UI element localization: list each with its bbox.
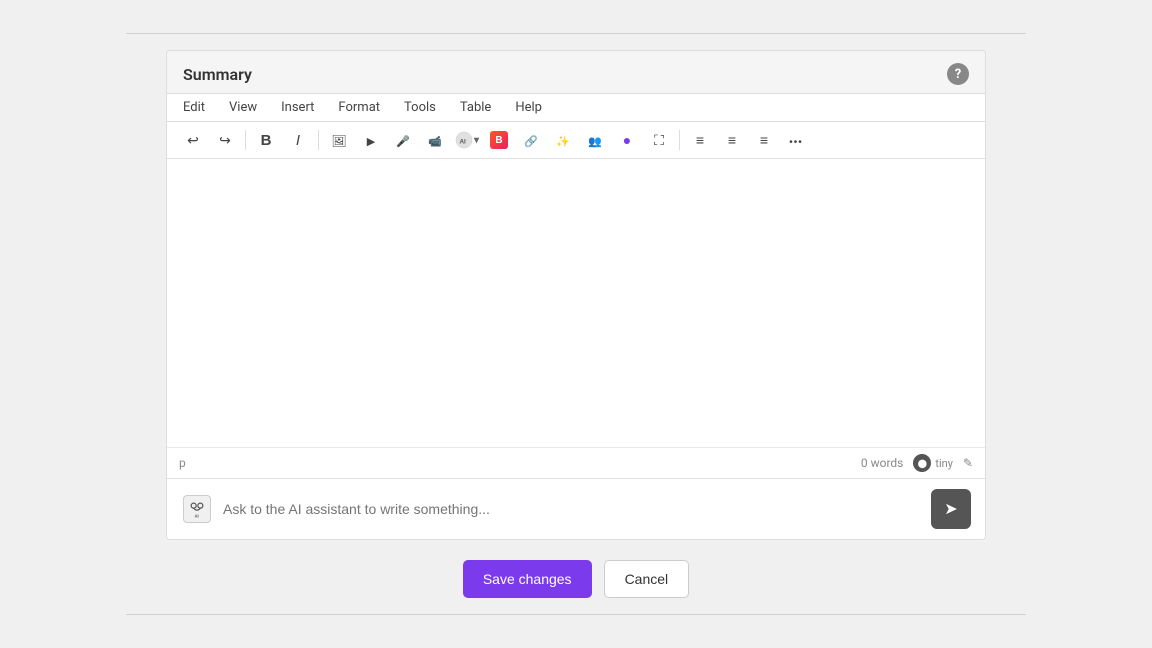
word-count: 0 words	[861, 456, 904, 470]
send-icon: ➤	[944, 499, 957, 519]
editor-header: Summary ?	[167, 51, 985, 93]
image-icon	[331, 132, 346, 148]
menu-table[interactable]: Table	[456, 98, 495, 117]
bottom-divider	[126, 614, 1026, 615]
cancel-button[interactable]: Cancel	[604, 560, 690, 598]
insert-video-button[interactable]	[357, 126, 385, 154]
toolbar-separator-3	[679, 130, 680, 150]
magic-icon	[556, 132, 570, 148]
paragraph-tag: p	[179, 456, 186, 470]
more-icon	[789, 132, 803, 148]
help-icon[interactable]: ?	[947, 63, 969, 85]
ai-plugin-button[interactable]: AI ▾	[453, 126, 481, 154]
top-divider	[126, 33, 1026, 34]
ai-prompt-input[interactable]	[223, 501, 921, 517]
menu-help[interactable]: Help	[511, 98, 546, 117]
fullscreen-icon	[654, 132, 664, 149]
menu-format[interactable]: Format	[334, 98, 384, 117]
undo-button[interactable]	[179, 126, 207, 154]
align-center-button[interactable]	[718, 126, 746, 154]
toolbar-separator-1	[245, 130, 246, 150]
edit-tiny-icon[interactable]: ✎	[963, 456, 973, 470]
save-changes-button[interactable]: Save changes	[463, 560, 592, 598]
editor-container: Summary ? Edit View Insert Format Tools …	[166, 50, 986, 540]
color-icon	[623, 132, 631, 148]
more-button[interactable]	[782, 126, 810, 154]
ai-plugin-icon: AI ▾	[455, 131, 479, 149]
media-icon	[428, 132, 442, 148]
action-buttons: Save changes Cancel	[463, 560, 689, 598]
menu-tools[interactable]: Tools	[400, 98, 440, 117]
editor-footer: p 0 words ⬤ tiny ✎	[167, 447, 985, 478]
fullscreen-button[interactable]	[645, 126, 673, 154]
blogger-button[interactable]: B	[485, 126, 513, 154]
toolbar-separator-2	[318, 130, 319, 150]
teams-icon	[588, 132, 602, 148]
align-left-button[interactable]	[686, 126, 714, 154]
align-left-icon	[696, 132, 704, 148]
italic-button[interactable]: I	[284, 126, 312, 154]
color-button[interactable]	[613, 126, 641, 154]
page-wrapper: Summary ? Edit View Insert Format Tools …	[0, 0, 1152, 648]
editor-title: Summary	[183, 65, 252, 84]
blogger-icon: B	[490, 131, 508, 149]
ai-icon-inner: AI	[183, 495, 211, 523]
link-button[interactable]	[517, 126, 545, 154]
svg-text:AI: AI	[195, 513, 199, 518]
tiny-logo-icon: ⬤	[913, 454, 931, 472]
menu-view[interactable]: View	[225, 98, 261, 117]
menu-insert[interactable]: Insert	[277, 98, 318, 117]
menu-bar: Edit View Insert Format Tools Table Help	[167, 93, 985, 122]
align-right-icon	[760, 132, 768, 148]
insert-audio-button[interactable]	[389, 126, 417, 154]
align-center-icon	[728, 132, 736, 148]
svg-text:AI: AI	[459, 139, 466, 146]
video-icon	[367, 132, 375, 148]
toolbar: B I AI	[167, 122, 985, 159]
insert-media-button[interactable]	[421, 126, 449, 154]
undo-icon	[187, 132, 199, 149]
menu-edit[interactable]: Edit	[179, 98, 209, 117]
ai-send-button[interactable]: ➤	[931, 489, 971, 529]
teams-button[interactable]	[581, 126, 609, 154]
editor-body	[167, 159, 985, 447]
bold-icon: B	[261, 132, 272, 149]
ai-icon: AI	[181, 493, 213, 525]
align-right-button[interactable]	[750, 126, 778, 154]
magic-button[interactable]	[549, 126, 577, 154]
editor-content-area[interactable]	[183, 171, 969, 431]
insert-image-button[interactable]	[325, 126, 353, 154]
audio-icon	[396, 132, 410, 148]
tiny-logo: ⬤ tiny	[913, 454, 953, 472]
link-icon	[524, 132, 538, 148]
redo-icon	[219, 132, 231, 149]
bold-button[interactable]: B	[252, 126, 280, 154]
italic-icon: I	[296, 132, 300, 149]
redo-button[interactable]	[211, 126, 239, 154]
ai-prompt-bar: AI ➤	[167, 478, 985, 539]
